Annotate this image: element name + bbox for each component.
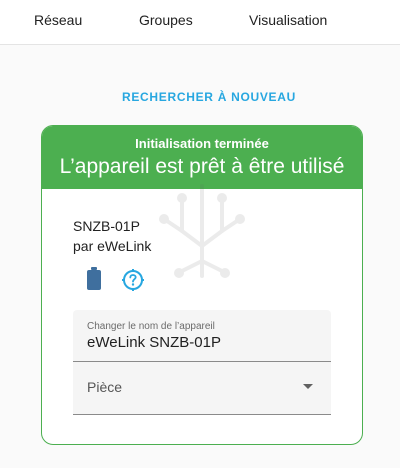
rescan-button[interactable]: RECHERCHER À NOUVEAU (0, 90, 400, 104)
top-tab-bar: Réseau Groupes Visualisation (0, 0, 400, 45)
help-icon[interactable] (121, 268, 145, 292)
status-subtitle: Initialisation terminée (135, 136, 269, 151)
tab-groupes[interactable]: Groupes (139, 12, 193, 28)
battery-icon (87, 267, 101, 290)
device-name-field: Changer le nom de l’appareil (73, 310, 331, 362)
room-select-placeholder: Pièce (87, 379, 123, 395)
device-manufacturer: par eWeLink (73, 238, 152, 254)
device-card: Initialisation terminée L’appareil est p… (41, 125, 363, 445)
tab-reseau[interactable]: Réseau (34, 12, 82, 28)
room-select[interactable]: Pièce (73, 362, 331, 415)
device-name-label: Changer le nom de l’appareil (87, 321, 215, 332)
chevron-down-icon (303, 384, 313, 389)
device-model: SNZB-01P (73, 218, 140, 234)
circuit-watermark-icon (159, 184, 245, 278)
tab-visualisation[interactable]: Visualisation (249, 12, 327, 28)
device-name-input[interactable] (87, 334, 317, 351)
